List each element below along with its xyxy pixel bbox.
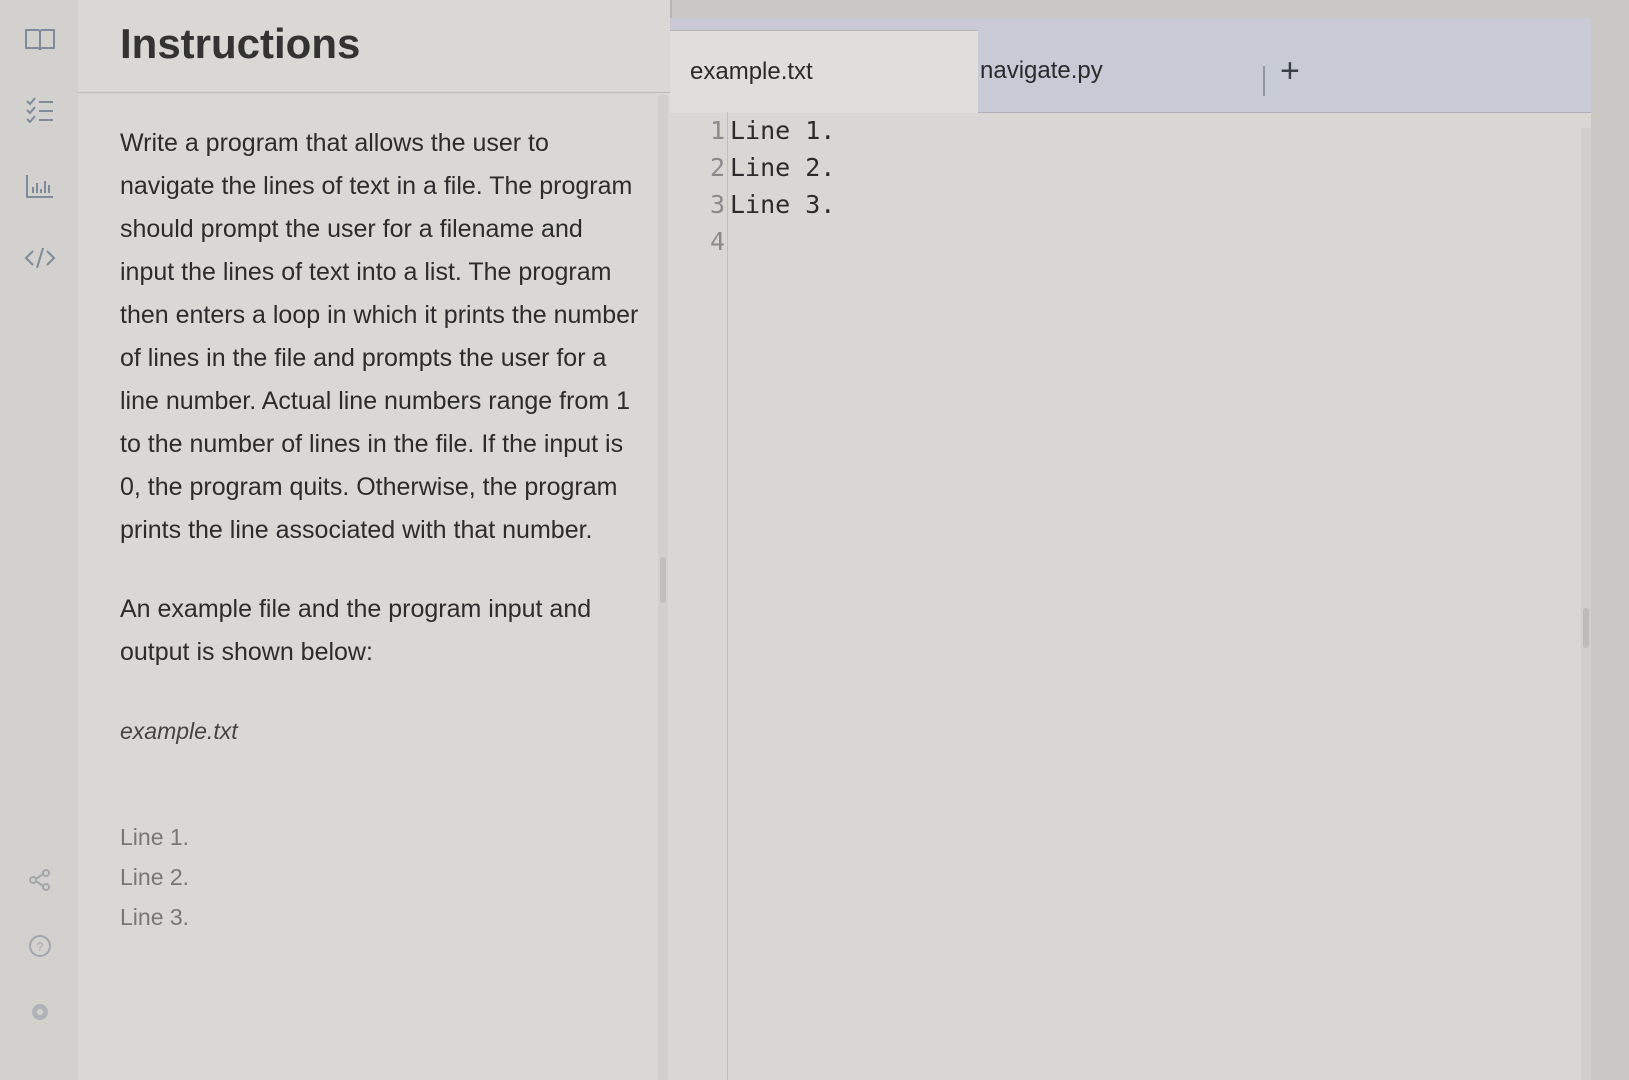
tab-navigate-py[interactable]: navigate.py <box>960 30 1265 112</box>
svg-text:?: ? <box>37 940 44 954</box>
code-icon[interactable] <box>22 240 58 276</box>
left-rail: ? <box>0 0 79 1080</box>
example-file-contents: Line 1. Line 2. Line 3. <box>120 817 640 937</box>
line-number-gutter: 1 2 3 4 <box>670 112 735 260</box>
line-number: 4 <box>709 227 725 256</box>
example-line: Line 3. <box>120 904 190 930</box>
code-line[interactable]: Line 2. <box>730 149 835 186</box>
instructions-panel: Instructions Write a program that allows… <box>78 0 672 1080</box>
tab-label: example.txt <box>690 58 813 85</box>
gutter-border <box>727 112 728 1080</box>
instructions-paragraph: An example file and the program input an… <box>120 595 592 666</box>
instructions-paragraph: Write a program that allows the user to … <box>120 129 639 544</box>
editor-tab-bar: example.txt navigate.py + <box>670 18 1591 113</box>
settings-icon[interactable] <box>22 994 58 1030</box>
chart-icon[interactable] <box>22 168 58 204</box>
editor-scrollbar[interactable] <box>1581 128 1591 1080</box>
tab-example-txt[interactable]: example.txt <box>670 30 978 113</box>
instructions-content: Write a program that allows the user to … <box>120 122 640 937</box>
resize-grip[interactable] <box>660 557 666 603</box>
line-number: 2 <box>709 153 725 182</box>
book-icon[interactable] <box>22 22 58 58</box>
code-line[interactable]: Line 1. <box>730 112 835 149</box>
example-file-label: example.txt <box>120 718 238 744</box>
code-line[interactable] <box>730 223 835 260</box>
tab-separator <box>1263 66 1265 96</box>
code-lines[interactable]: Line 1. Line 2. Line 3. <box>730 112 835 260</box>
panel-resize-handle[interactable] <box>658 95 668 1080</box>
example-line: Line 2. <box>120 864 190 890</box>
add-file-button[interactable]: + <box>1280 54 1300 88</box>
scrollbar-thumb[interactable] <box>1583 608 1589 648</box>
share-icon[interactable] <box>22 862 58 898</box>
code-area[interactable]: 1 2 3 4 Line 1. Line 2. Line 3. <box>670 112 1591 1080</box>
tab-label: navigate.py <box>980 57 1103 84</box>
example-line: Line 1. <box>120 824 190 850</box>
line-number: 3 <box>709 190 725 219</box>
line-number: 1 <box>709 116 725 145</box>
instructions-header: Instructions <box>78 0 670 93</box>
page-title: Instructions <box>120 20 361 67</box>
checklist-icon[interactable] <box>22 92 58 128</box>
code-line[interactable]: Line 3. <box>730 186 835 223</box>
help-icon[interactable]: ? <box>22 928 58 964</box>
code-editor: example.txt navigate.py + 1 2 3 4 Line 1… <box>670 18 1591 1080</box>
